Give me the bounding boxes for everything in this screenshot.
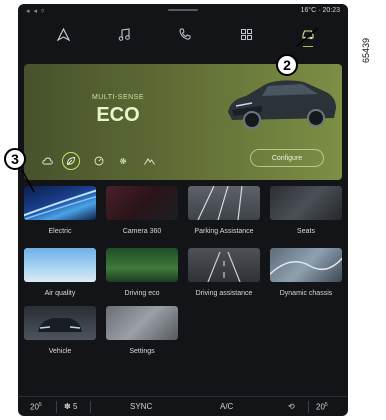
callout-lines (21, 27, 319, 193)
callout-2: 2 (276, 54, 298, 76)
manual-illustration: 65439 ◂ ◂ ▿ 16°C · 20:23 MULTI-SENSE ECO… (0, 0, 386, 420)
callout-3: 3 (4, 148, 26, 170)
